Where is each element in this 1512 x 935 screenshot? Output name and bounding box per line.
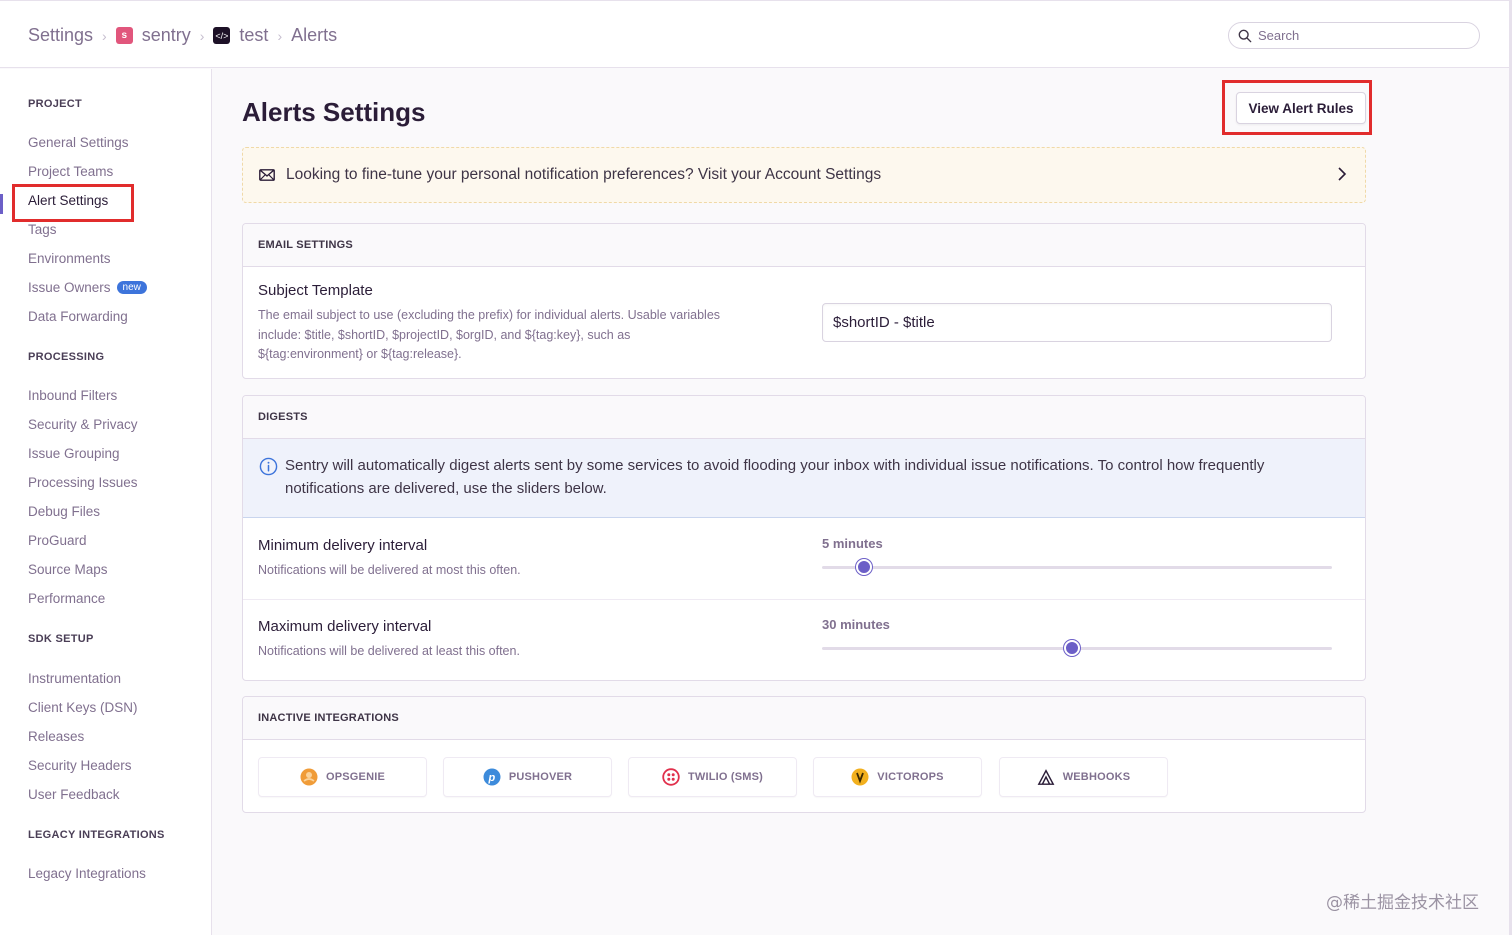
sidebar-item-data-forwarding[interactable]: Data Forwarding (28, 309, 128, 324)
sidebar-item-inbound-filters[interactable]: Inbound Filters (28, 388, 117, 403)
integration-twilio[interactable]: TWILIO (SMS) (628, 757, 797, 797)
digests-info-alert: Sentry will automatically digest alerts … (243, 439, 1365, 518)
page-title: Alerts Settings (242, 97, 426, 127)
sidebar-item-client-keys[interactable]: Client Keys (DSN) (28, 700, 138, 715)
victorops-icon (851, 768, 869, 786)
account-settings-notice[interactable]: Looking to fine-tune your personal notif… (242, 147, 1366, 203)
sidebar-item-legacy-integrations[interactable]: Legacy Integrations (28, 866, 146, 881)
digests-info-text: Sentry will automatically digest alerts … (285, 457, 1265, 497)
project-avatar: </> (213, 27, 231, 44)
sidebar-section-sdk-setup: SDK SETUP (28, 633, 94, 645)
chevron-right-icon: › (102, 27, 107, 44)
max-interval-help: Notifications will be delivered at least… (258, 644, 520, 658)
watermark: @稀土掘金技术社区 (1326, 893, 1479, 913)
breadcrumb-org[interactable]: s sentry (115, 25, 191, 46)
highlight-box-button (1222, 80, 1372, 135)
email-settings-panel: EMAIL SETTINGS Subject Template The emai… (242, 223, 1366, 379)
pushover-icon: p (483, 768, 501, 786)
breadcrumb-project-label: test (239, 25, 269, 45)
subject-template-input[interactable] (822, 303, 1332, 342)
help-line: ${tag:environment} or ${tag:release}. (258, 347, 462, 361)
integration-label: PUSHOVER (508, 771, 573, 783)
min-interval-value: 5 minutes (822, 536, 883, 551)
new-badge: new (116, 281, 147, 294)
sidebar-item-project-teams[interactable]: Project Teams (28, 164, 113, 179)
slider-thumb[interactable] (856, 559, 873, 575)
breadcrumb-settings[interactable]: Settings (28, 25, 93, 46)
sidebar-item-debug-files[interactable]: Debug Files (28, 504, 100, 519)
breadcrumb-current: Alerts (291, 25, 338, 45)
sidebar-item-user-feedback[interactable]: User Feedback (28, 787, 120, 802)
slider-thumb[interactable] (1063, 640, 1080, 656)
sidebar-item-performance[interactable]: Performance (28, 591, 105, 606)
integration-webhooks[interactable]: WEBHOOKS (999, 757, 1168, 797)
webhooks-icon (1037, 768, 1055, 786)
search-box[interactable] (1228, 22, 1480, 49)
min-interval-label: Minimum delivery interval (258, 537, 428, 554)
integration-opsgenie[interactable]: OPSGENIE (258, 757, 427, 797)
sidebar-section-processing: PROCESSING (28, 351, 105, 363)
sidebar-item-security-privacy[interactable]: Security & Privacy (28, 417, 138, 432)
subject-template-help: The email subject to use (excluding the … (258, 306, 720, 365)
sidebar-item-releases[interactable]: Releases (28, 729, 84, 744)
integration-label: VICTOROPS (877, 771, 944, 783)
max-interval-label: Maximum delivery interval (258, 618, 432, 635)
sidebar-item-proguard[interactable]: ProGuard (28, 533, 87, 548)
integration-victorops[interactable]: VICTOROPS (813, 757, 982, 797)
integration-pushover[interactable]: p PUSHOVER (443, 757, 612, 797)
breadcrumb-org-label: sentry (141, 25, 191, 45)
chevron-right-icon: › (199, 27, 205, 44)
help-line: include: $title, $shortID, $projectID, $… (258, 327, 631, 342)
sidebar-item-label: Issue Owners (28, 280, 111, 295)
min-interval-help: Notifications will be delivered at most … (258, 563, 521, 577)
chevron-right-icon (1338, 167, 1347, 181)
divider (243, 599, 1365, 600)
panel-header: DIGESTS (243, 396, 1365, 439)
highlight-box-sidebar (12, 184, 134, 222)
breadcrumb-project[interactable]: </> test (213, 25, 268, 46)
svg-text:p: p (487, 772, 495, 784)
sidebar-item-processing-issues[interactable]: Processing Issues (28, 475, 138, 490)
panel-header: EMAIL SETTINGS (243, 224, 1365, 267)
opsgenie-icon (300, 768, 318, 786)
sidebar-section-legacy-integrations: LEGACY INTEGRATIONS (28, 829, 165, 841)
sidebar-section-project: PROJECT (28, 98, 83, 110)
sidebar-item-source-maps[interactable]: Source Maps (28, 562, 108, 577)
org-avatar: s (115, 27, 133, 44)
search-input[interactable] (1258, 28, 1458, 43)
subject-template-label: Subject Template (258, 282, 373, 299)
inactive-integrations-panel: INACTIVE INTEGRATIONS OPSGENIE p PUSHOVE… (242, 696, 1366, 813)
sidebar-item-security-headers[interactable]: Security Headers (28, 758, 132, 773)
sidebar-item-issue-owners[interactable]: Issue Owners new (28, 280, 147, 295)
sidebar-item-general-settings[interactable]: General Settings (28, 135, 129, 150)
top-bar: Settings › s sentry › </> test › Alerts (0, 0, 1512, 68)
integration-label: WEBHOOKS (1062, 771, 1131, 783)
digests-panel: DIGESTS Sentry will automatically digest… (242, 395, 1366, 681)
sidebar-item-issue-grouping[interactable]: Issue Grouping (28, 446, 120, 461)
active-indicator (0, 194, 3, 214)
info-icon (259, 457, 278, 476)
notice-text: Looking to fine-tune your personal notif… (286, 166, 882, 183)
integration-label: OPSGENIE (325, 771, 386, 783)
panel-header: INACTIVE INTEGRATIONS (243, 697, 1365, 740)
min-interval-slider[interactable] (822, 559, 1332, 575)
mail-icon (259, 169, 275, 181)
sidebar: PROJECT General Settings Project Teams A… (0, 69, 212, 935)
chevron-right-icon: › (277, 27, 283, 44)
sidebar-item-instrumentation[interactable]: Instrumentation (28, 671, 121, 686)
search-icon (1238, 29, 1252, 42)
breadcrumb: Settings › s sentry › </> test › Alerts (28, 25, 337, 46)
sidebar-item-environments[interactable]: Environments (28, 251, 111, 266)
help-line: The email subject to use (excluding the … (258, 308, 721, 322)
max-interval-slider[interactable] (822, 640, 1332, 656)
max-interval-value: 30 minutes (822, 617, 890, 632)
integration-label: TWILIO (SMS) (687, 771, 764, 783)
twilio-icon (662, 768, 680, 786)
sidebar-item-tags[interactable]: Tags (28, 222, 57, 237)
